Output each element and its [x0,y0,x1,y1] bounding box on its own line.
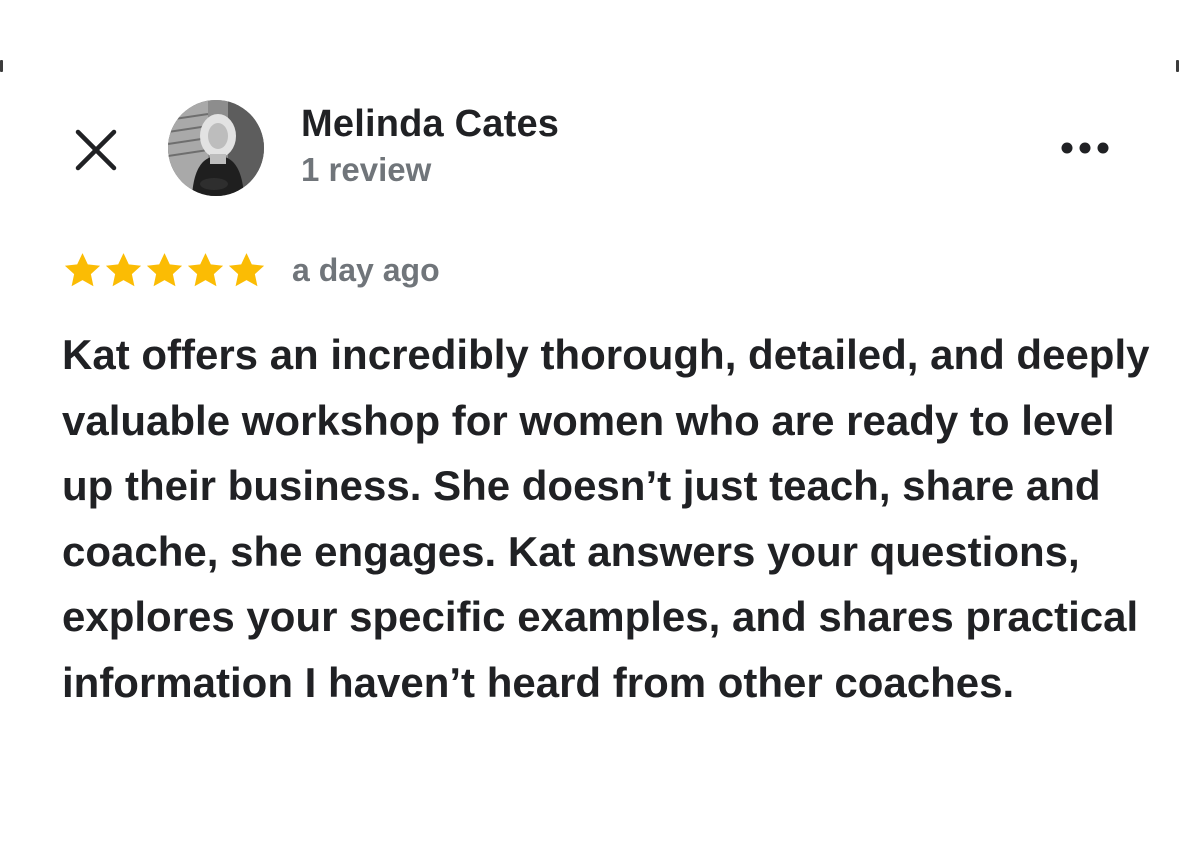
star-icon [228,252,265,286]
reviewer-name[interactable]: Melinda Cates [301,100,559,148]
close-icon [75,129,117,171]
reviewer-photo [168,100,264,196]
star-icon [146,252,183,286]
review-header: Melinda Cates 1 review [0,96,1179,200]
review-text: Kat offers an incredibly thorough, detai… [62,331,1150,706]
star-icon [187,252,224,286]
rating-row: a day ago [62,247,440,293]
star-icon [64,252,101,286]
star-icon [105,252,142,286]
review-date: a day ago [292,251,440,288]
avatar[interactable] [168,100,264,196]
more-options-button[interactable] [1052,130,1118,166]
reviewer-review-count: 1 review [301,151,432,188]
reviewer-info[interactable]: Melinda Cates 1 review [301,100,559,192]
more-options-icon [1061,142,1109,154]
star-rating [62,250,267,291]
sheet-edge-left [0,60,3,72]
close-button[interactable] [70,124,122,176]
